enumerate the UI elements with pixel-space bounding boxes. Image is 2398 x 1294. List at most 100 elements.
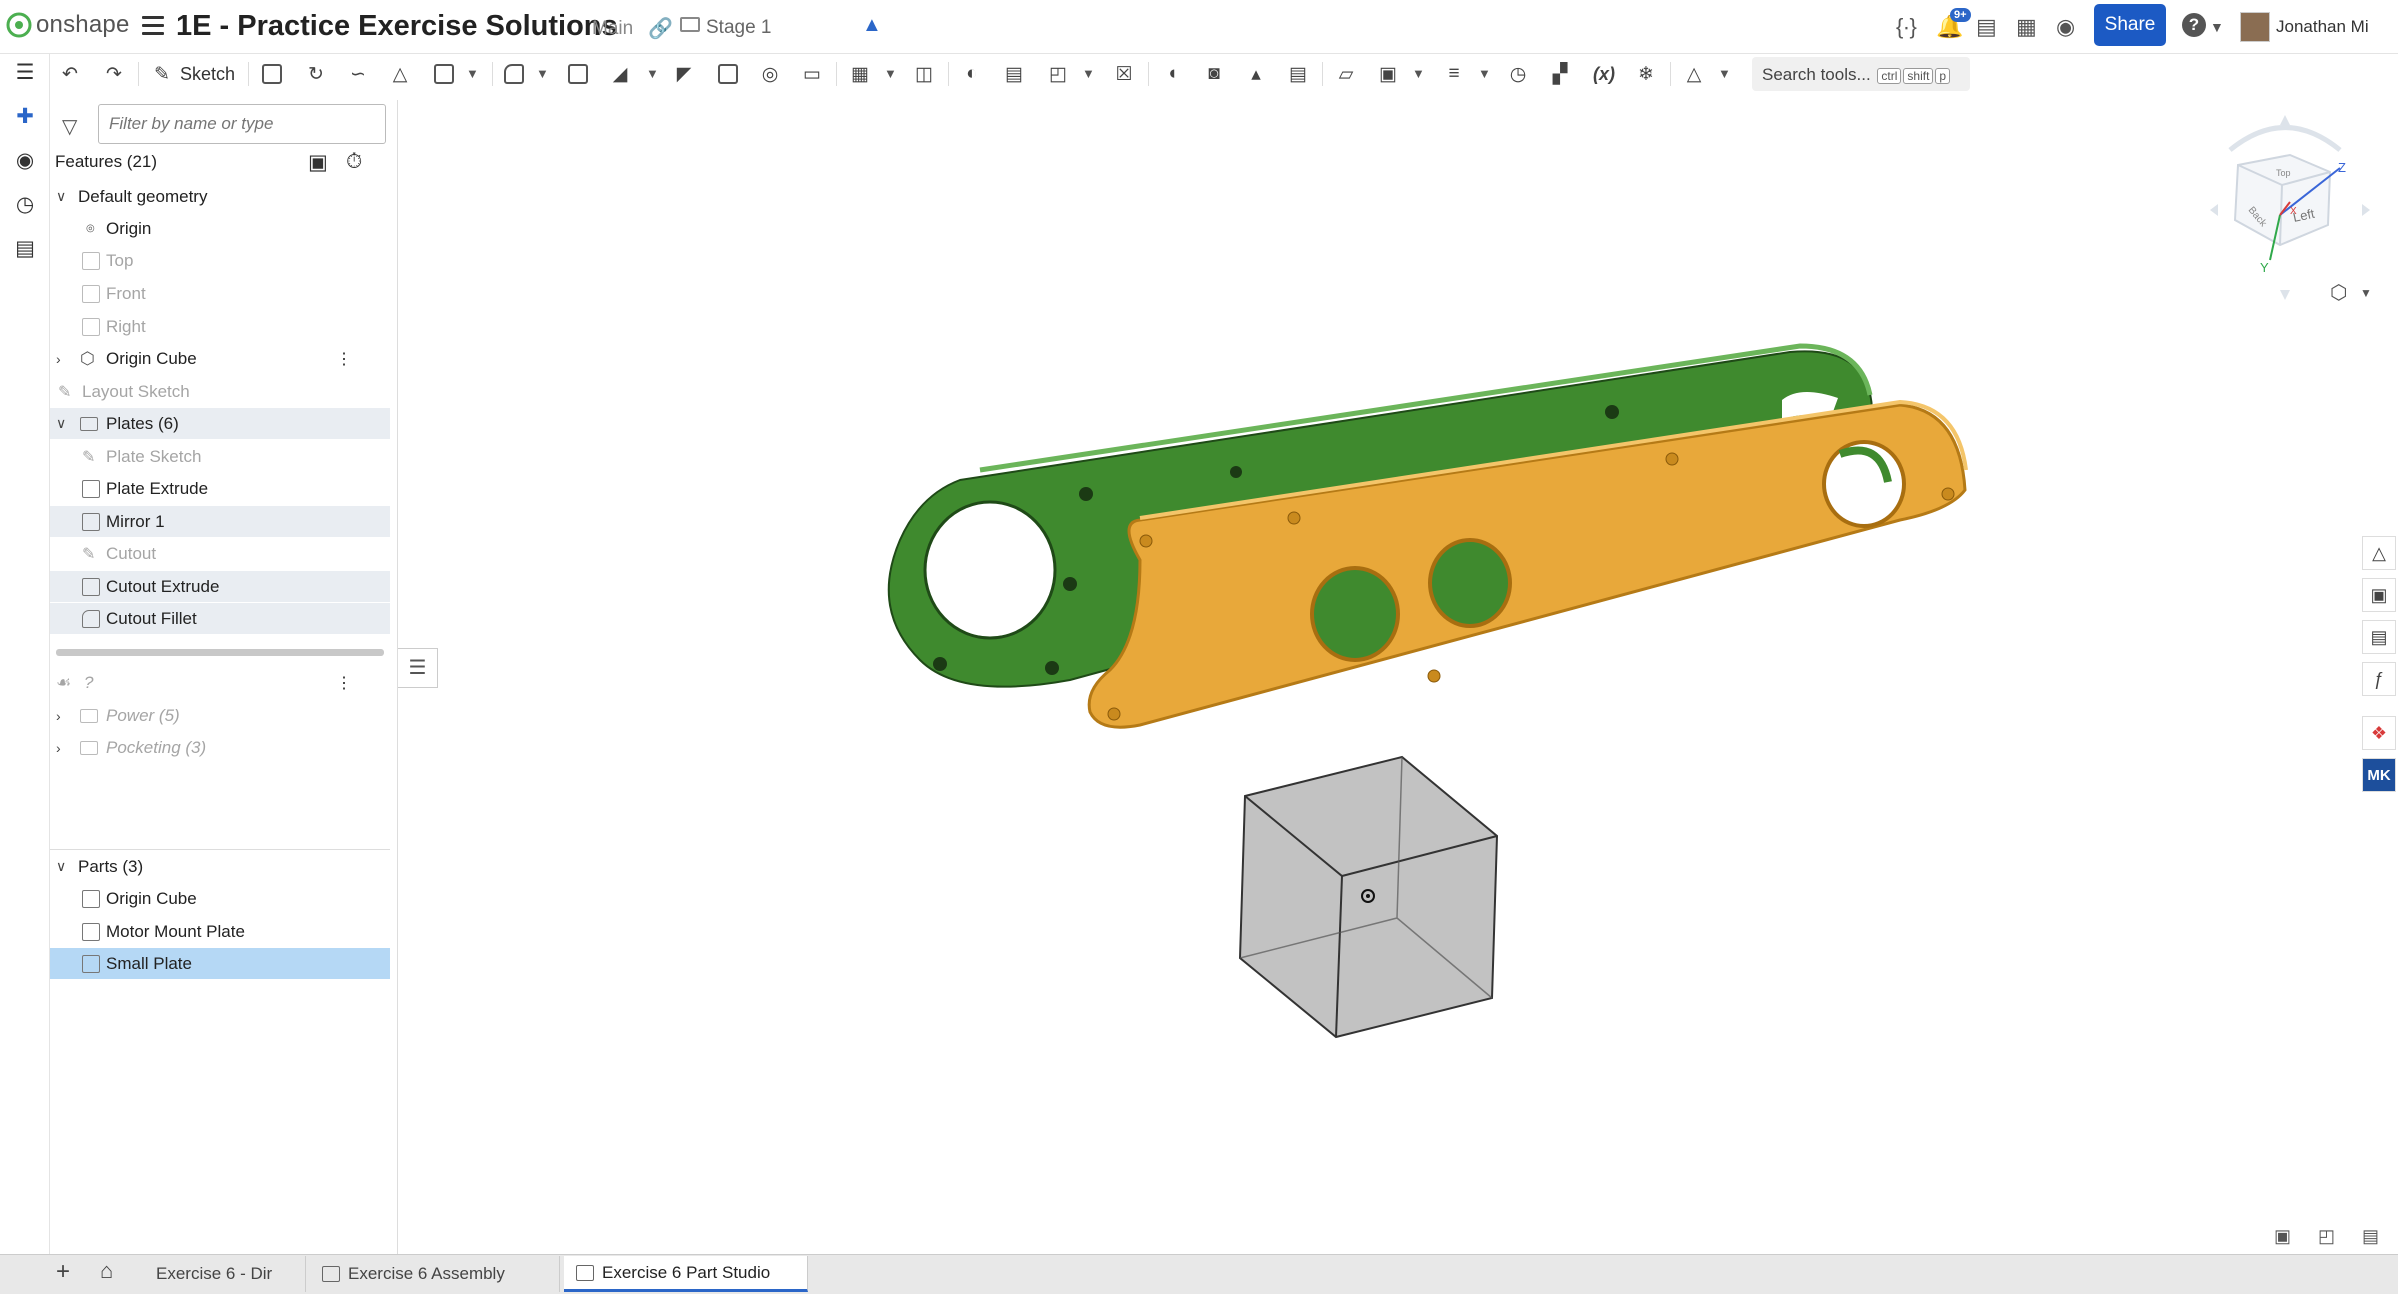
variable-icon[interactable]: (x) (1590, 60, 1618, 88)
share-button[interactable]: Share (2094, 4, 2166, 46)
rib-icon[interactable]: ◤ (670, 60, 698, 88)
section-icon[interactable]: ◰ (2318, 1226, 2335, 1247)
tab-exercise-6-part-studio[interactable]: Exercise 6 Part Studio (564, 1256, 808, 1292)
delete-face-icon[interactable]: ◙ (1200, 60, 1228, 88)
chevron-right-icon[interactable]: › (56, 708, 70, 724)
branch-name[interactable]: Main (592, 18, 633, 40)
add-tab-icon[interactable]: + (56, 1258, 70, 1286)
pencil-icon[interactable]: ✎ (148, 60, 176, 88)
tree-item-unknown[interactable]: ☙ ? ⋮ (50, 667, 390, 698)
cylinder-icon[interactable]: ▭ (798, 60, 826, 88)
user-name[interactable]: Jonathan Mi (2276, 17, 2369, 37)
plane-icon[interactable]: ▱ (1332, 60, 1360, 88)
rollback-bar[interactable] (56, 649, 384, 656)
pattern-icon[interactable]: ▦ (846, 60, 874, 88)
avatar[interactable] (2240, 12, 2270, 42)
tree-group-default-geometry[interactable]: ∨ Default geometry (50, 181, 390, 212)
mk-app-icon[interactable]: MK (2362, 758, 2396, 792)
mate-connector-icon[interactable]: ▣ (1374, 60, 1402, 88)
tab-exercise-6-assembly[interactable]: Exercise 6 Assembly (310, 1256, 560, 1292)
feature-list-icon[interactable]: ☰ (12, 60, 38, 86)
list-icon[interactable]: ▤ (1976, 14, 1997, 40)
chevron-down-icon[interactable]: ▼ (536, 66, 549, 81)
chevron-down-icon[interactable]: ▼ (2210, 19, 2224, 35)
measure-icon[interactable]: ◷ (1504, 60, 1532, 88)
add-feature-icon[interactable]: ✚ (12, 104, 38, 130)
loft-icon[interactable]: △ (386, 60, 414, 88)
comments-icon[interactable]: ◉ (12, 148, 38, 174)
search-tools[interactable]: Search tools... ctrl shift p (1752, 57, 1970, 91)
hole-icon[interactable]: ◎ (756, 60, 784, 88)
tree-item-cutout-fillet[interactable]: Cutout Fillet (50, 603, 390, 634)
shell-icon[interactable] (714, 60, 742, 88)
configurations-icon[interactable]: ▤ (2362, 620, 2396, 654)
home-icon[interactable]: ⌂ (100, 1258, 113, 1284)
history-icon[interactable]: ◷ (12, 192, 38, 218)
chevron-down-icon[interactable]: ▼ (466, 66, 479, 81)
section-view-icon[interactable]: ▞ (1546, 60, 1574, 88)
extrude-icon[interactable] (258, 60, 286, 88)
graduation-cap-icon[interactable]: ▲ (862, 14, 882, 37)
variables-panel-icon[interactable]: ƒ (2362, 662, 2396, 696)
stopwatch-icon[interactable]: ⏱ (346, 150, 362, 174)
chevron-down-icon[interactable]: ∨ (56, 858, 70, 875)
chamfer-icon[interactable] (564, 60, 592, 88)
document-title[interactable]: 1E - Practice Exercise Solutions (176, 10, 618, 43)
move-face-icon[interactable]: ▴ (1242, 60, 1270, 88)
view-options-icon[interactable]: ⬡ (2330, 280, 2347, 305)
part-item-origin-cube[interactable]: Origin Cube (50, 883, 390, 914)
cube-icon[interactable]: △ (1680, 60, 1708, 88)
chevron-down-icon[interactable]: ▼ (2360, 286, 2372, 300)
appearance-panel-icon[interactable]: △ (2362, 536, 2396, 570)
split-icon[interactable]: ▤ (1000, 60, 1028, 88)
replace-face-icon[interactable]: ▤ (1284, 60, 1312, 88)
revolve-icon[interactable]: ↻ (302, 60, 330, 88)
link-icon[interactable]: 🔗 (648, 16, 673, 41)
chevron-down-icon[interactable]: ▼ (1718, 66, 1731, 81)
variable-table-icon[interactable]: ▤ (12, 236, 38, 262)
delete-part-icon[interactable]: ☒ (1110, 60, 1138, 88)
rollback-marker-icon[interactable]: ⋮ (336, 349, 352, 369)
model-canvas[interactable] (398, 100, 2398, 1254)
tree-item-layout-sketch[interactable]: ✎ Layout Sketch (50, 376, 390, 407)
folder-name[interactable]: Stage 1 (706, 17, 772, 39)
tree-item-origin-cube[interactable]: › ⬡ Origin Cube ⋮ (50, 343, 390, 374)
tree-item-cutout[interactable]: ✎ Cutout (50, 538, 390, 569)
chevron-down-icon[interactable]: ▼ (646, 66, 659, 81)
chevron-right-icon[interactable]: › (56, 351, 70, 367)
tree-item-cutout-extrude[interactable]: Cutout Extrude (50, 571, 390, 602)
tree-item-top[interactable]: Top (50, 245, 390, 276)
draft-icon[interactable]: ◢ (606, 60, 634, 88)
sketch-button[interactable]: Sketch (180, 64, 235, 85)
tab-exercise-6-dir[interactable]: Exercise 6 - Dir (144, 1256, 306, 1292)
parts-panel-icon[interactable]: ▣ (2362, 578, 2396, 612)
fillet-icon[interactable] (500, 60, 528, 88)
help-icon[interactable]: ? (2182, 13, 2206, 37)
tree-item-origin[interactable]: ◎ Origin (50, 213, 390, 244)
chevron-down-icon[interactable]: ▼ (884, 66, 897, 81)
thicken-icon[interactable] (430, 60, 458, 88)
panel-divider[interactable] (50, 849, 390, 850)
tree-folder-plates[interactable]: ∨ Plates (6) (50, 408, 390, 439)
graphics-viewport[interactable] (398, 100, 2398, 1254)
tree-item-right[interactable]: Right (50, 311, 390, 342)
custom-features-icon[interactable]: ❄ (1632, 60, 1660, 88)
view-mode-icon[interactable]: ▣ (2274, 1226, 2291, 1247)
chevron-down-icon[interactable]: ▼ (1082, 66, 1095, 81)
helix-icon[interactable]: ≡ (1440, 60, 1468, 88)
boolean-icon[interactable]: ◐ (958, 60, 986, 88)
sweep-icon[interactable]: ∽ (344, 60, 372, 88)
undo-icon[interactable]: ↶ (56, 60, 84, 88)
part-item-small-plate[interactable]: Small Plate (50, 948, 390, 979)
parts-group[interactable]: ∨ Parts (3) (50, 851, 390, 882)
rollback-marker-icon[interactable]: ⋮ (336, 673, 352, 693)
render-app-icon[interactable]: ❖ (2362, 716, 2396, 750)
tree-folder-pocketing[interactable]: › Pocketing (3) (50, 732, 390, 763)
mirror-icon[interactable]: ◫ (910, 60, 938, 88)
modify-fillet-icon[interactable]: ◖ (1158, 60, 1186, 88)
filter-icon[interactable]: ▽ (62, 114, 77, 139)
logo-text[interactable]: onshape (36, 11, 130, 39)
apps-grid-icon[interactable]: ▦ (2016, 14, 2037, 40)
code-braces-icon[interactable]: {∙} (1896, 14, 1917, 40)
add-folder-icon[interactable]: ▣ (308, 150, 328, 175)
